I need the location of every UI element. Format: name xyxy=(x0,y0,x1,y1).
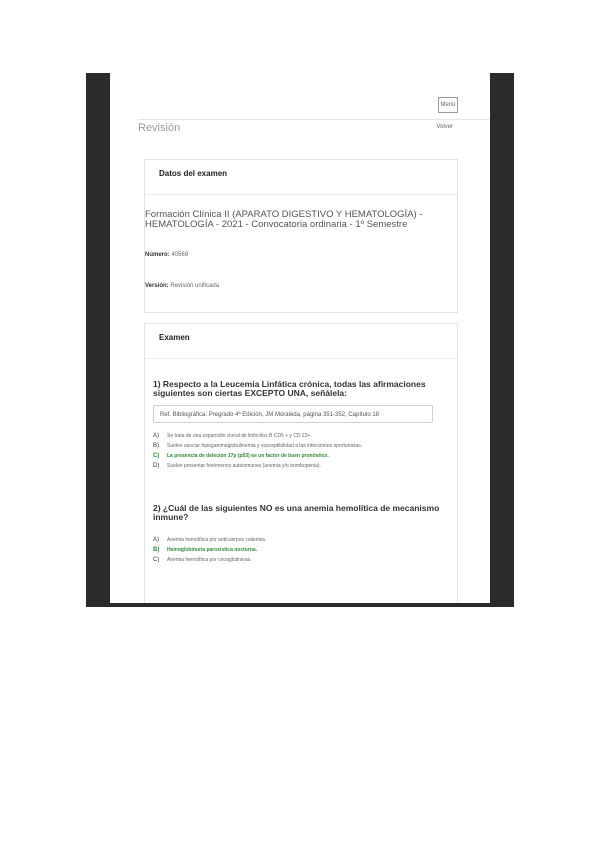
menu-button[interactable]: Menú xyxy=(438,97,458,113)
reference-box: Ref. Bibliográfica: Pregrado 4ª Edición,… xyxy=(153,405,433,423)
option-c: C) Anemia hemolítica por crioaglutininas. xyxy=(153,555,443,565)
exam-version: Versión: Revisión unificada xyxy=(145,283,219,289)
back-link[interactable]: Volver xyxy=(436,124,453,130)
exam-title: Examen xyxy=(159,333,190,342)
option-text: Hemoglobinuria paroxística nocturna. xyxy=(167,547,258,553)
exam-number: Número: 40569 xyxy=(145,252,188,258)
option-text: Se trata de una expansión clonal de linf… xyxy=(167,433,312,439)
question-1: 1) Respecto a la Leucemia Linfática crón… xyxy=(153,380,443,471)
exam-info-card: Datos del examen Formación Clínica II (A… xyxy=(144,159,458,313)
exam-number-value: 40569 xyxy=(171,252,189,258)
option-text: Suelen presentar fenómenos autoinmunes (… xyxy=(167,463,321,469)
exam-card: Examen 1) Respecto a la Leucemia Linfáti… xyxy=(144,323,458,603)
question-text: 2) ¿Cuál de las siguientes NO es una ane… xyxy=(153,503,440,522)
page-title: Revisión xyxy=(138,122,181,134)
option-text: La presencia de deleción 17p (p53) es un… xyxy=(167,453,329,459)
options-list: A) Se trata de una expansión clonal de li… xyxy=(153,431,443,471)
option-text: Anemia hemolítica por anticuerpos calien… xyxy=(167,537,267,543)
option-letter: D) xyxy=(153,463,160,469)
review-page: Menú Revisión Volver Datos del examen Fo… xyxy=(110,73,490,603)
question-2: 2) ¿Cuál de las siguientes NO es una ane… xyxy=(153,504,443,565)
option-letter: C) xyxy=(153,453,160,459)
option-letter: C) xyxy=(153,557,160,563)
exam-number-label: Número: xyxy=(145,252,170,258)
header-divider xyxy=(138,119,490,120)
option-c-correct: C) La presencia de deleción 17p (p53) es … xyxy=(153,451,443,461)
exam-version-label: Versión: xyxy=(145,283,169,289)
option-text: Anemia hemolítica por crioaglutininas. xyxy=(167,557,252,563)
exam-name: Formación Clínica II (APARATO DIGESTIVO … xyxy=(145,209,423,230)
option-b-correct: B) Hemoglobinuria paroxística nocturna. xyxy=(153,545,443,555)
option-letter: A) xyxy=(153,433,159,439)
option-b: B) Suelen asociar hipogammaglobulinemia y… xyxy=(153,441,443,451)
option-letter: B) xyxy=(153,443,159,449)
options-list: A) Anemia hemolítica por anticuerpos cali… xyxy=(153,535,443,565)
exam-header: Examen xyxy=(145,324,457,359)
exam-info-header: Datos del examen xyxy=(145,160,457,195)
option-a: A) Se trata de una expansión clonal de li… xyxy=(153,431,443,441)
exam-version-value: Revisión unificada xyxy=(170,283,220,289)
option-letter: A) xyxy=(153,537,159,543)
option-text: Suelen asociar hipogammaglobulinemia y s… xyxy=(167,443,363,449)
option-a: A) Anemia hemolítica por anticuerpos cali… xyxy=(153,535,443,545)
option-d: D) Suelen presentar fenómenos autoinmunes… xyxy=(153,461,443,471)
exam-info-title: Datos del examen xyxy=(159,169,228,178)
question-text: 1) Respecto a la Leucemia Linfática crón… xyxy=(153,379,426,398)
option-letter: B) xyxy=(153,547,160,553)
